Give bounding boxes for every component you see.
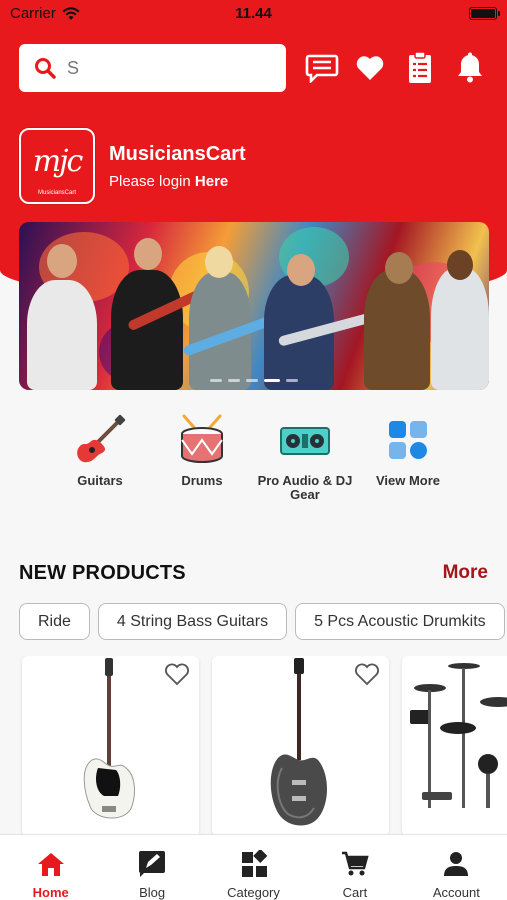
nav-account[interactable]: Account [406,835,507,900]
logo-mark: mjc [32,144,84,179]
banner-dot-active[interactable] [264,379,280,382]
banner-pagination [19,379,489,382]
category-label: Guitars [77,473,123,488]
nav-label: Cart [342,885,368,900]
nav-category[interactable]: Category [203,835,304,900]
chat-icon[interactable] [304,50,340,86]
filter-chip[interactable]: 5 Pcs Acoustic Drumkits [295,603,505,640]
drum-icon [172,410,232,470]
bell-icon[interactable] [452,50,488,86]
nav-cart[interactable]: Cart [304,835,405,900]
category-pro-audio[interactable]: Pro Audio & DJ Gear [255,410,355,502]
search-input[interactable] [67,57,267,79]
search-box[interactable] [19,44,286,92]
battery-icon [469,7,500,20]
white-bass-guitar-image [83,658,135,819]
login-prefix: Please login [109,173,195,190]
search-icon [35,58,56,79]
guitar-icon [70,410,130,470]
category-label: Pro Audio & DJ Gear [257,473,353,502]
nav-label: Home [32,885,69,900]
banner-dot[interactable] [210,379,222,382]
category-label: View More [375,473,441,488]
category-drums[interactable]: Drums [152,410,252,488]
black-electric-guitar-image [270,658,327,826]
filter-chips: Ride 4 String Bass Guitars 5 Pcs Acoustic … [19,603,507,641]
category-row: Guitars Drums Pro Audio & DJ Gear View M… [0,410,507,520]
grid-icon [378,410,438,470]
nav-blog[interactable]: Blog [101,835,202,900]
promo-banner[interactable] [19,222,489,390]
nav-label: Blog [139,885,166,900]
nav-label: Category [227,885,280,900]
category-icon [239,849,269,879]
filter-chip[interactable]: Ride [19,603,90,640]
product-card[interactable] [402,656,507,836]
product-card[interactable] [212,656,389,836]
product-card[interactable] [22,656,199,836]
banner-dot[interactable] [286,379,298,382]
login-prompt: Please login Here [109,173,228,190]
header-actions [300,50,495,86]
nav-home[interactable]: Home [0,835,101,900]
electronic-drum-kit-image [410,663,507,808]
logo-subtext: MusiciansCart [37,190,76,196]
status-time: 11.44 [235,5,272,22]
cart-icon [340,849,370,879]
brand-name: MusiciansCart [109,143,246,165]
product-carousel [0,656,507,836]
heart-icon[interactable] [352,50,388,86]
account-icon [441,849,471,879]
banner-dot[interactable] [228,379,240,382]
blog-icon [137,849,167,879]
nav-label: Account [432,885,480,900]
login-link[interactable]: Here [195,173,228,190]
category-view-more[interactable]: View More [358,410,458,488]
section-title: NEW PRODUCTS [19,562,186,584]
category-guitars[interactable]: Guitars [50,410,150,488]
category-label: Drums [181,473,223,488]
status-bar: Carrier 11.44 [0,0,507,28]
clipboard-icon[interactable] [402,50,438,86]
filter-chip[interactable]: 4 String Bass Guitars [97,603,288,640]
banner-dot[interactable] [246,379,258,382]
home-icon [36,849,66,879]
bottom-nav: Home Blog Category Cart Account [0,834,507,900]
more-link[interactable]: More [443,562,488,584]
brand-logo: mjc MusiciansCart [19,128,95,204]
dj-deck-icon [275,410,335,470]
